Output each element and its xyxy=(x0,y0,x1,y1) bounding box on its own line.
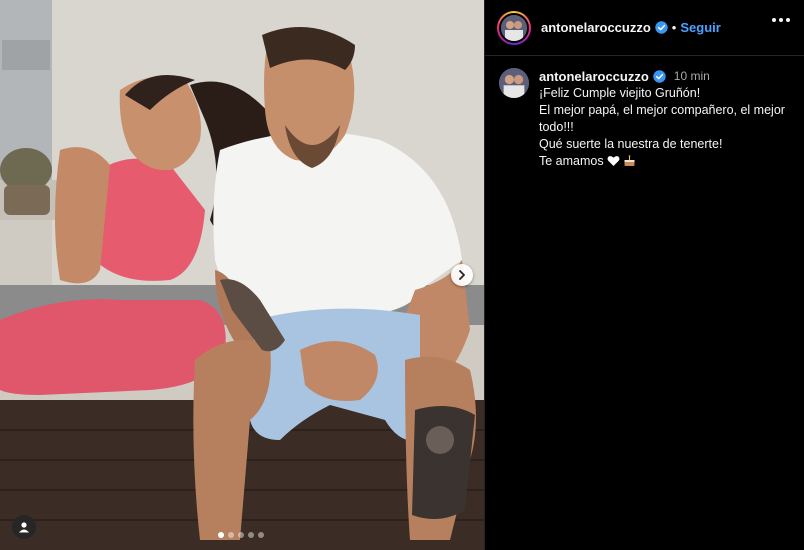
carousel-dot xyxy=(248,532,254,538)
verified-badge-icon xyxy=(655,21,668,34)
avatar-photo xyxy=(501,14,527,41)
user-tag-icon xyxy=(19,522,29,533)
caption: antonelaroccuzzo 10 min ¡Feliz Cumple vi… xyxy=(485,56,804,184)
avatar xyxy=(499,12,529,43)
instagram-post: antonelaroccuzzo • Seguir antonelaroccuz… xyxy=(0,0,804,550)
separator-dot: • xyxy=(671,20,677,35)
carousel-indicator xyxy=(218,532,264,538)
post-header: antonelaroccuzzo • Seguir xyxy=(485,0,804,56)
follow-button[interactable]: Seguir xyxy=(680,20,720,35)
more-options-icon[interactable] xyxy=(772,18,790,22)
birthday-cake-icon xyxy=(623,154,636,172)
author-username[interactable]: antonelaroccuzzo xyxy=(541,20,651,35)
caption-line: El mejor papá, el mejor compañero, el me… xyxy=(539,103,789,134)
post-time[interactable]: 10 min xyxy=(674,68,710,85)
chevron-right-icon xyxy=(459,270,465,280)
post-photo xyxy=(0,0,484,550)
avatar-photo xyxy=(499,68,529,98)
caption-body: antonelaroccuzzo 10 min ¡Feliz Cumple vi… xyxy=(539,68,790,172)
post-media[interactable] xyxy=(0,0,484,550)
white-heart-icon xyxy=(607,155,620,172)
caption-username[interactable]: antonelaroccuzzo xyxy=(539,68,649,85)
carousel-dot xyxy=(258,532,264,538)
caption-line-text: Te amamos xyxy=(539,154,604,168)
verified-badge-icon xyxy=(653,70,666,83)
caption-avatar[interactable] xyxy=(499,68,529,98)
caption-line-last: Te amamos xyxy=(539,153,790,172)
carousel-dot xyxy=(228,532,234,538)
caption-line: Qué suerte la nuestra de tenerte! xyxy=(539,137,723,151)
story-ring[interactable] xyxy=(497,10,531,45)
caption-header: antonelaroccuzzo 10 min xyxy=(539,68,790,85)
carousel-next-button[interactable] xyxy=(451,264,473,286)
carousel-dot xyxy=(218,532,224,538)
post-side-panel: antonelaroccuzzo • Seguir antonelaroccuz… xyxy=(484,0,804,550)
caption-line: ¡Feliz Cumple viejito Gruñón! xyxy=(539,86,701,100)
carousel-dot xyxy=(238,532,244,538)
tagged-users-button[interactable] xyxy=(12,515,36,539)
